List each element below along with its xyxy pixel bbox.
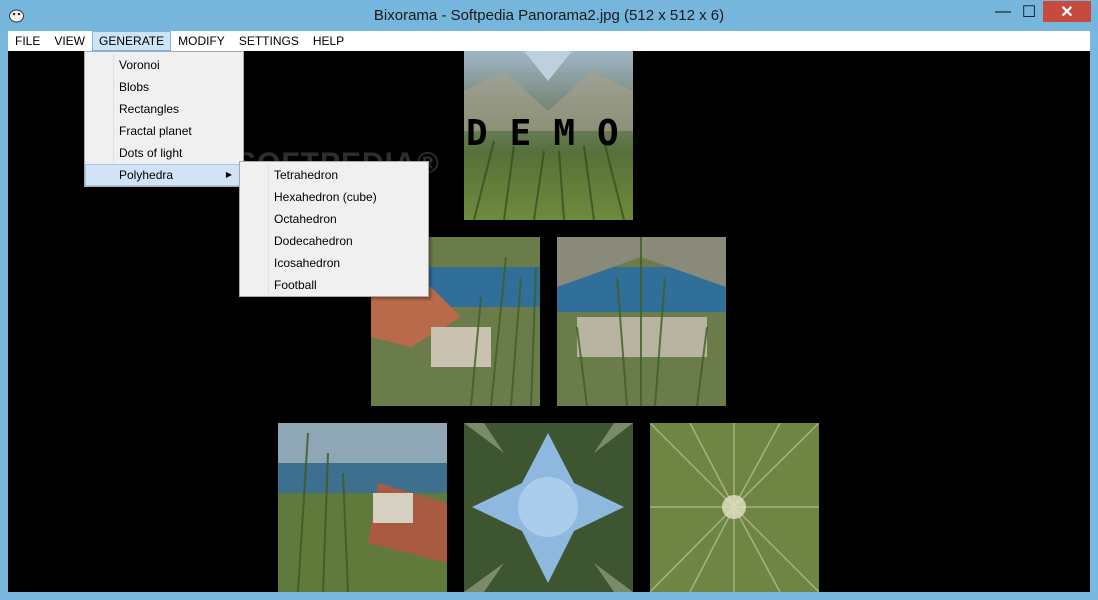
minimize-icon: — — [995, 2, 1011, 20]
menu-item-hexahedron[interactable]: Hexahedron (cube) — [240, 186, 428, 208]
menu-file[interactable]: FILE — [8, 31, 47, 51]
menu-item-dots-of-light[interactable]: Dots of light — [85, 142, 243, 164]
maximize-button[interactable]: ☐ — [1016, 1, 1042, 22]
menu-item-rectangles[interactable]: Rectangles — [85, 98, 243, 120]
menu-item-voronoi[interactable]: Voronoi — [85, 54, 243, 76]
close-button[interactable]: ✕ — [1043, 1, 1091, 22]
close-icon: ✕ — [1060, 3, 1074, 21]
cube-face-ground — [650, 423, 819, 592]
menu-item-football[interactable]: Football — [240, 274, 428, 296]
maximize-icon: ☐ — [1021, 3, 1037, 21]
menu-item-fractal-planet[interactable]: Fractal planet — [85, 120, 243, 142]
menu-view[interactable]: VIEW — [47, 31, 92, 51]
minimize-button[interactable]: — — [990, 1, 1016, 22]
menu-help[interactable]: HELP — [306, 31, 351, 51]
menu-item-tetrahedron[interactable]: Tetrahedron — [240, 164, 428, 186]
generate-menu: Voronoi Blobs Rectangles Fractal planet … — [84, 51, 244, 187]
title-bar[interactable]: Bixorama - Softpedia Panorama2.jpg (512 … — [0, 0, 1098, 31]
menu-item-blobs[interactable]: Blobs — [85, 76, 243, 98]
menu-item-polyhedra-label: Polyhedra — [119, 168, 174, 182]
demo-watermark: DEMO — [466, 113, 641, 154]
menu-generate[interactable]: GENERATE — [92, 31, 172, 51]
polyhedra-submenu: Tetrahedron Hexahedron (cube) Octahedron… — [239, 161, 429, 297]
window-title: Bixorama - Softpedia Panorama2.jpg (512 … — [373, 7, 725, 24]
cube-face-sky — [464, 423, 633, 592]
menu-item-octahedron[interactable]: Octahedron — [240, 208, 428, 230]
menu-item-polyhedra[interactable]: Polyhedra ▶ — [85, 164, 243, 186]
menu-modify[interactable]: MODIFY — [171, 31, 232, 51]
menu-item-dodecahedron[interactable]: Dodecahedron — [240, 230, 428, 252]
cube-face-front — [557, 237, 726, 406]
menu-settings[interactable]: SETTINGS — [232, 31, 306, 51]
app-window: Bixorama - Softpedia Panorama2.jpg (512 … — [0, 0, 1098, 600]
cube-face-right — [278, 423, 447, 592]
menu-bar: FILE VIEW GENERATE MODIFY SETTINGS HELP — [8, 31, 1090, 51]
menu-item-icosahedron[interactable]: Icosahedron — [240, 252, 428, 274]
submenu-arrow-icon: ▶ — [225, 170, 232, 179]
